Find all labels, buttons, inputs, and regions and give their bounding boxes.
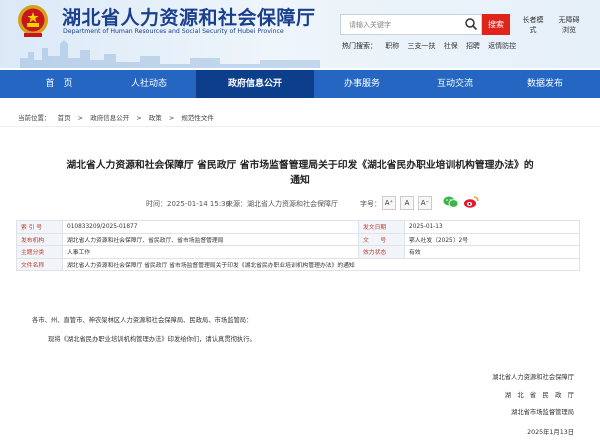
publish-date: 时间：2025-01-14 15:30 [146,200,231,208]
article-title: 湖北省人力资源和社会保障厅 省民政厅 省市场监督管理局关于印发《湖北省民办职业培… [40,158,560,188]
table-row: 文件名称 湖北省人力资源和社会保障厅 省民政厅 省市场监督管理局关于印发《湖北省… [16,257,580,271]
table-key: 发文日期 [358,220,405,234]
site-title-english: Department of Human Resources and Social… [63,28,284,35]
site-header: 湖北省人力资源和社会保障厅 Department of Human Resour… [0,0,600,68]
breadcrumb-separator: > [77,114,84,122]
table-value: 有效 [404,245,580,259]
nav-gov-info[interactable]: 政府信息公开 [196,70,314,98]
table-key: 文 号 [358,232,405,246]
table-key: 效力状态 [358,245,405,259]
table-value: 人事工作 [62,245,359,259]
hot-search-link[interactable]: 社保 [444,42,458,50]
nav-services[interactable]: 办事服务 [314,70,410,98]
body-paragraph: 现将《湖北省民办职业培训机构管理办法》印发给你们，请认真贯彻执行。 [48,336,256,343]
search-icon[interactable] [464,17,478,31]
font-size-medium-button[interactable]: A [400,196,414,210]
hot-searches: 热门搜索： 职称 三支一扶 社保 招聘 返情防控 [342,41,522,51]
signer: 湖 北 省 民 政 厅 [504,392,574,399]
table-key: 发布机构 [16,232,63,246]
nav-home[interactable]: 首 页 [14,70,104,98]
nav-data-release[interactable]: 数据发布 [500,70,590,98]
table-value: 湖北省人力资源和社会保障厅、省民政厅、省市场监督管理局 [62,232,359,246]
article-title-line: 湖北省人力资源和社会保障厅 省民政厅 省市场监督管理局关于印发《湖北省民办职业培… [66,160,534,171]
divider [0,126,600,127]
search-button[interactable]: 搜索 [482,14,510,35]
search-input[interactable] [341,15,461,34]
table-key: 主题分类 [16,245,63,259]
font-size-large-button[interactable]: A⁺ [382,196,396,210]
breadcrumb-prefix: 当前位置： [18,114,51,122]
city-skyline-decoration [20,40,320,68]
main-nav: 首 页 人社动态 政府信息公开 办事服务 互动交流 数据发布 [0,70,600,98]
article-meta: 时间：2025-01-14 15:30 来源：湖北省人力资源和社会保障厅 字号：… [0,196,600,211]
nav-interaction[interactable]: 互动交流 [410,70,500,98]
table-key: 文件名称 [16,257,63,271]
font-size-small-button[interactable]: A⁻ [418,196,432,210]
breadcrumb-link[interactable]: 规范性文件 [181,114,214,122]
hot-search-label: 热门搜索： [342,42,377,50]
article-title-line: 通知 [290,175,310,186]
table-row: 发布机构 湖北省人力资源和社会保障厅、省民政厅、省市场监督管理局 文 号 鄂人社… [16,232,580,246]
salutation: 各市、州、直管市、神农架林区人力资源和社会保障局、民政局、市场监管局： [32,317,253,324]
table-key: 索 引 号 [16,220,63,234]
breadcrumb-link[interactable]: 政策 [149,114,162,122]
table-row: 索 引 号 010833209/2025-01877 发文日期 2025-01-… [16,220,580,234]
article-source: 来源：湖北省人力资源和社会保障厅 [226,200,338,208]
table-row: 主题分类 人事工作 效力状态 有效 [16,245,580,259]
breadcrumb-separator: > [168,114,175,122]
table-value: 2025-01-13 [404,220,580,234]
document-info-table: 索 引 号 010833209/2025-01877 发文日期 2025-01-… [16,220,580,271]
nav-news[interactable]: 人社动态 [104,70,194,98]
table-value: 鄂人社发〔2025〕2号 [404,232,580,246]
hot-search-link[interactable]: 招聘 [466,42,480,50]
table-value: 010833209/2025-01877 [62,220,359,234]
wechat-share-icon[interactable] [443,195,459,209]
hot-search-link[interactable]: 职称 [385,42,399,50]
elder-mode-button[interactable]: 长者模式 [520,12,546,38]
table-value: 湖北省人力资源和社会保障厅 省民政厅 省市场监督管理局关于印发《湖北省民办职业培… [62,257,580,271]
search-box [340,14,482,35]
sign-date: 2025年1月13日 [527,429,574,436]
signer: 湖北省人力资源和社会保障厅 [492,374,574,381]
site-title[interactable]: 湖北省人力资源和社会保障厅 [62,3,316,30]
breadcrumb-link[interactable]: 政府信息公开 [90,114,129,122]
hot-search-link[interactable]: 三支一扶 [407,42,435,50]
signer: 湖北省市场监督管理局 [511,409,574,416]
breadcrumb-link[interactable]: 首页 [58,114,71,122]
hot-search-link[interactable]: 返情防控 [488,42,516,50]
weibo-share-icon[interactable] [463,195,479,209]
breadcrumb-separator: > [136,114,142,122]
font-size-label: 字号： [360,200,381,208]
national-emblem-icon [18,5,48,37]
breadcrumb: 当前位置： 首页 > 政府信息公开 > 政策 > 规范性文件 [18,112,219,122]
accessibility-button[interactable]: 无障碍浏览 [556,12,582,38]
